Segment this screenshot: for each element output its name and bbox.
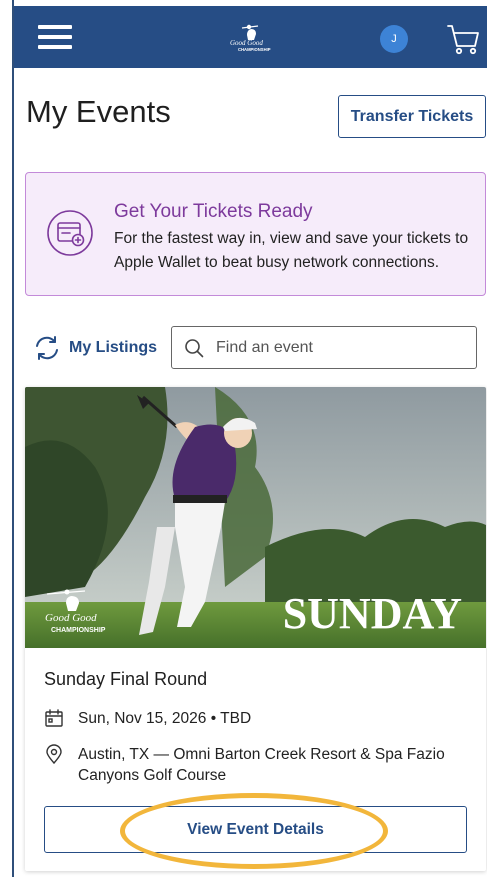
page-left-border	[12, 0, 14, 877]
hamburger-menu-icon[interactable]	[38, 25, 72, 49]
good-good-championship-logo[interactable]: Good Good CHAMPIONSHIP	[229, 23, 281, 53]
wallet-promo-banner: Get Your Tickets Ready For the fastest w…	[25, 172, 486, 296]
event-location-row: Austin, TX — Omni Barton Creek Resort & …	[44, 744, 464, 786]
event-location: Austin, TX — Omni Barton Creek Resort & …	[78, 746, 445, 784]
event-date-row: Sun, Nov 15, 2026 • TBD	[44, 708, 251, 729]
logo-text-bottom: CHAMPIONSHIP	[238, 47, 271, 52]
top-nav-bar: Good Good CHAMPIONSHIP J	[14, 6, 487, 68]
location-pin-icon	[46, 744, 62, 764]
my-listings-label: My Listings	[69, 339, 158, 356]
hero-logo-text-top: Good Good	[45, 612, 97, 624]
search-icon	[185, 339, 204, 358]
page-title: My Events	[26, 94, 171, 129]
wallet-ticket-icon	[47, 210, 93, 256]
calendar-icon	[45, 709, 63, 727]
view-event-details-button[interactable]: View Event Details	[44, 806, 467, 853]
event-search-box[interactable]	[171, 326, 477, 369]
event-title: Sunday Final Round	[44, 669, 208, 689]
cart-icon[interactable]	[446, 22, 480, 56]
my-listings-link[interactable]: My Listings	[33, 333, 157, 363]
event-date: Sun, Nov 15, 2026 • TBD	[78, 710, 252, 727]
event-card[interactable]: SUNDAY Good Good CHAMPIONSHIP Sunday Fin…	[25, 387, 486, 871]
banner-heading: Get Your Tickets Ready	[114, 201, 313, 222]
hero-sunday-text: SUNDAY	[283, 589, 462, 638]
banner-body: For the fastest way in, view and save yo…	[114, 230, 469, 271]
event-hero-image[interactable]: SUNDAY Good Good CHAMPIONSHIP	[25, 387, 486, 648]
transfer-tickets-button[interactable]: Transfer Tickets	[338, 95, 486, 138]
refresh-icon	[36, 336, 58, 360]
user-avatar[interactable]: J	[380, 25, 408, 53]
logo-text-top: Good Good	[230, 39, 263, 47]
hero-logo-text-bottom: CHAMPIONSHIP	[51, 627, 106, 634]
search-input[interactable]	[216, 335, 466, 361]
